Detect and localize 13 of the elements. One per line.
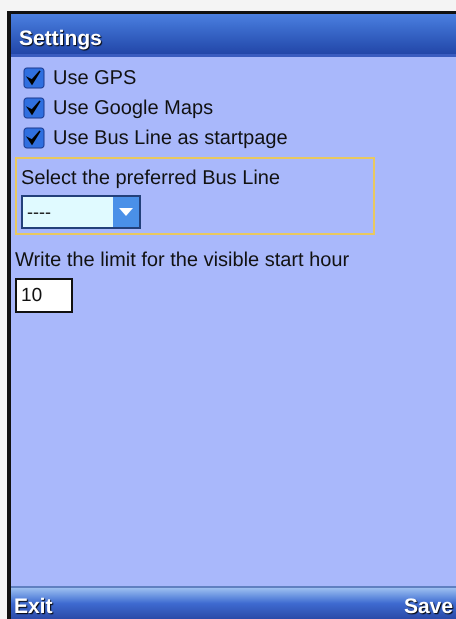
checkbox[interactable] bbox=[23, 67, 45, 89]
checkbox[interactable] bbox=[23, 97, 45, 119]
field-label: Select the preferred Bus Line bbox=[21, 166, 282, 191]
save-softkey[interactable]: Save bbox=[404, 596, 453, 617]
checkbox-label: Use Google Maps bbox=[53, 96, 214, 121]
checkbox[interactable] bbox=[23, 127, 45, 149]
input-field[interactable]: 10 bbox=[15, 278, 73, 313]
window-title: Settings bbox=[11, 14, 456, 57]
field-label: Write the limit for the visible start hour bbox=[15, 248, 350, 273]
checkbox-label: Use GPS bbox=[53, 66, 136, 91]
checkbox-label: Use Bus Line as startpage bbox=[53, 126, 288, 151]
exit-softkey[interactable]: Exit bbox=[14, 596, 53, 617]
bus-line-dropdown[interactable]: ---- bbox=[21, 195, 141, 229]
